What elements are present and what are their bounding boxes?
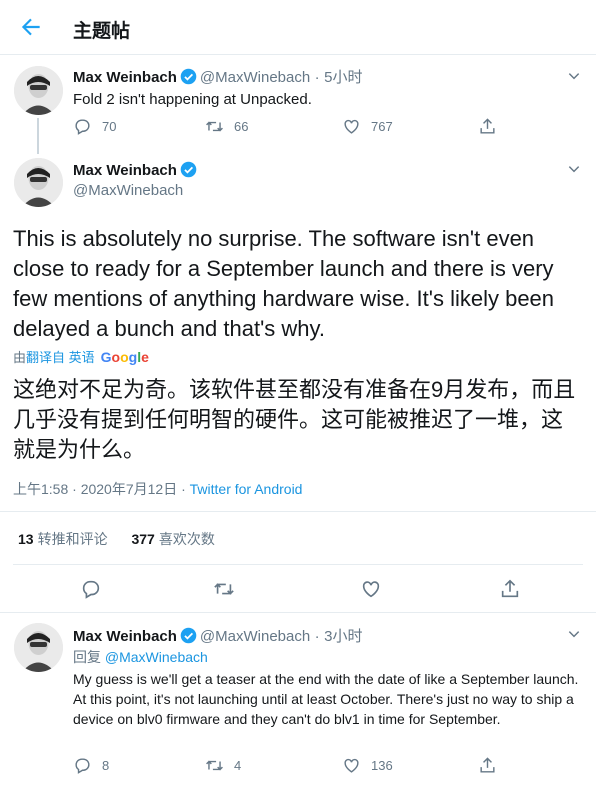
tweet-source[interactable]: Twitter for Android bbox=[190, 481, 303, 497]
retweet-count: 66 bbox=[234, 119, 249, 134]
author-name[interactable]: Max Weinbach bbox=[73, 69, 177, 86]
retweet-button[interactable]: 66 bbox=[205, 117, 248, 136]
tweet-text: My guess is we'll get a teaser at the en… bbox=[73, 671, 579, 727]
google-logo: Google bbox=[100, 348, 149, 365]
retweet-icon bbox=[213, 578, 245, 600]
replying-to: 回复 @MaxWinebach bbox=[73, 647, 208, 667]
verified-icon bbox=[180, 627, 197, 644]
reply-prefix: 回复 bbox=[73, 649, 101, 665]
like-count: 767 bbox=[371, 119, 393, 134]
reply-icon bbox=[80, 578, 112, 600]
retweet-button[interactable]: 4 bbox=[205, 756, 241, 775]
tweet-header: Max Weinbach @MaxWinebach · 5小时 bbox=[73, 66, 362, 87]
thread-line bbox=[37, 118, 39, 154]
reply-icon bbox=[73, 117, 102, 136]
divider bbox=[0, 511, 596, 512]
share-button[interactable] bbox=[478, 117, 507, 136]
translate-prefix: 由 bbox=[13, 350, 27, 365]
retweet-stat-label: 转推和评论 bbox=[37, 531, 108, 547]
like-button[interactable]: 136 bbox=[342, 756, 393, 775]
chevron-down-icon[interactable] bbox=[567, 162, 581, 176]
tweet-text: Fold 2 isn't happening at Unpacked. bbox=[73, 91, 312, 108]
reply-button[interactable]: 8 bbox=[73, 756, 109, 775]
chevron-down-icon[interactable] bbox=[567, 627, 581, 641]
top-bar: 主题帖 bbox=[0, 0, 596, 55]
tweet-stats: 13 转推和评论 377 喜欢次数 bbox=[18, 529, 215, 549]
like-button[interactable]: 767 bbox=[342, 117, 393, 136]
tweet-time[interactable]: 3小时 bbox=[324, 628, 362, 645]
like-icon bbox=[360, 578, 392, 600]
author-handle[interactable]: @MaxWinebach bbox=[73, 182, 183, 199]
retweet-count: 4 bbox=[234, 758, 242, 773]
author-handle[interactable]: @MaxWinebach bbox=[200, 69, 310, 86]
share-button[interactable] bbox=[499, 578, 531, 600]
reply-button[interactable] bbox=[80, 578, 112, 600]
author-name[interactable]: Max Weinbach bbox=[73, 162, 177, 179]
like-icon bbox=[342, 756, 371, 775]
retweet-button[interactable] bbox=[213, 578, 245, 600]
like-count: 136 bbox=[371, 758, 393, 773]
tweet-meta: 上午1:58 · 2020年7月12日 · Twitter for Androi… bbox=[13, 479, 302, 499]
avatar[interactable] bbox=[14, 158, 63, 207]
share-button[interactable] bbox=[478, 756, 507, 775]
retweet-icon bbox=[205, 756, 234, 775]
share-icon bbox=[478, 756, 507, 775]
retweet-stat[interactable]: 13 转推和评论 bbox=[18, 531, 128, 547]
reply-count: 8 bbox=[102, 758, 110, 773]
avatar[interactable] bbox=[14, 66, 63, 115]
chevron-down-icon[interactable] bbox=[567, 69, 581, 83]
divider bbox=[13, 564, 583, 565]
avatar[interactable] bbox=[14, 623, 63, 672]
tweet-time[interactable]: 5小时 bbox=[324, 69, 362, 86]
reply-count: 70 bbox=[102, 119, 117, 134]
like-icon bbox=[342, 117, 371, 136]
like-stat-count: 377 bbox=[131, 531, 155, 547]
share-icon bbox=[499, 578, 531, 600]
reply-button[interactable]: 70 bbox=[73, 117, 116, 136]
share-icon bbox=[478, 117, 507, 136]
verified-icon bbox=[180, 68, 197, 85]
tweet-text: This is absolutely no surprise. The soft… bbox=[13, 226, 555, 341]
translation-attribution: 由翻译自 英语 Google bbox=[13, 347, 149, 366]
like-button[interactable] bbox=[360, 578, 392, 600]
reply-icon bbox=[73, 756, 102, 775]
divider bbox=[0, 612, 596, 613]
tweet-header: Max Weinbach @MaxWinebach · 3小时 bbox=[73, 625, 362, 646]
author-name[interactable]: Max Weinbach bbox=[73, 628, 177, 645]
retweet-stat-count: 13 bbox=[18, 531, 34, 547]
like-stat[interactable]: 377 喜欢次数 bbox=[131, 531, 214, 547]
translated-text: 这绝对不足为奇。该软件甚至都没有准备在9月发布，而且几乎没有提到任何明智的硬件。… bbox=[13, 377, 576, 462]
separator-dot: · bbox=[314, 69, 320, 86]
author-handle[interactable]: @MaxWinebach bbox=[200, 628, 310, 645]
tweet-timestamp[interactable]: 上午1:58 · 2020年7月12日 · bbox=[13, 481, 190, 497]
author-line: Max Weinbach bbox=[73, 161, 200, 180]
back-arrow-icon[interactable] bbox=[18, 14, 44, 40]
translate-link[interactable]: 翻译自 英语 bbox=[26, 347, 95, 366]
reply-to-handle[interactable]: @MaxWinebach bbox=[105, 649, 208, 665]
separator-dot: · bbox=[314, 628, 320, 645]
page-title: 主题帖 bbox=[73, 21, 131, 42]
like-stat-label: 喜欢次数 bbox=[158, 531, 215, 547]
verified-icon bbox=[180, 161, 197, 178]
retweet-icon bbox=[205, 117, 234, 136]
